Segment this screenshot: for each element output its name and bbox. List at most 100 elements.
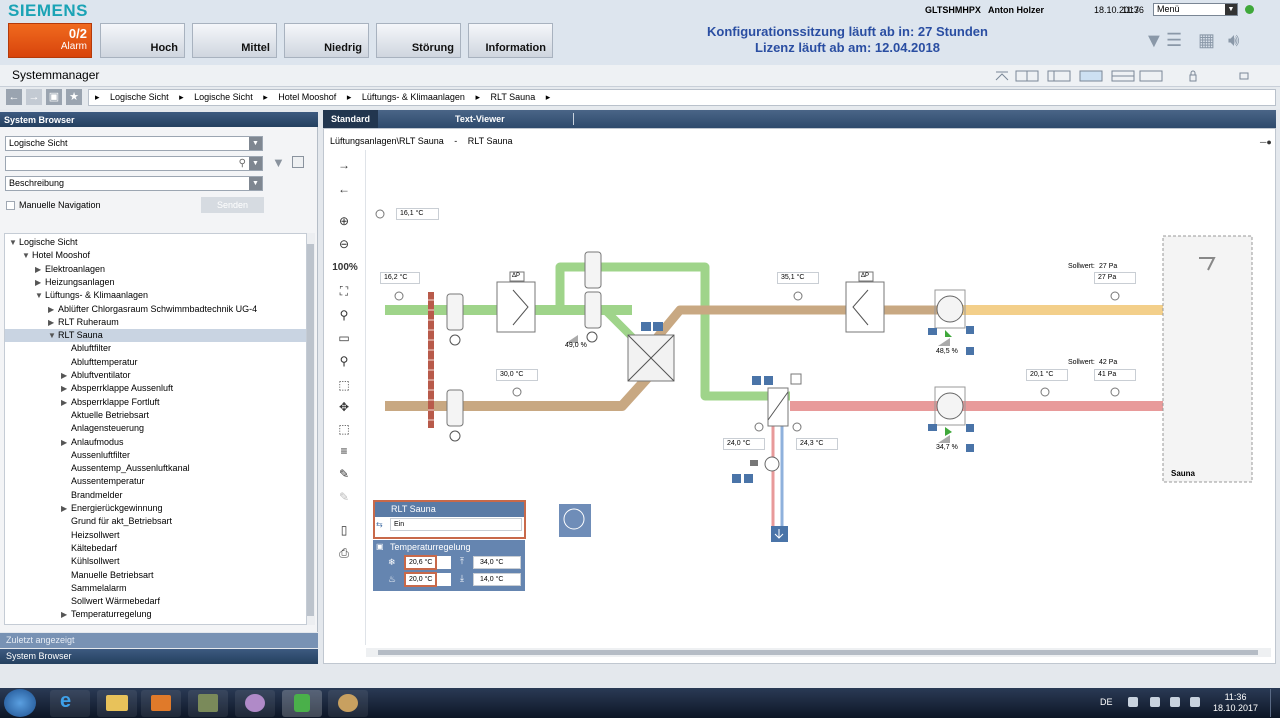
tree-item[interactable]: Aktuelle Betriebsart <box>61 409 149 422</box>
breadcrumb-item[interactable]: RLT Sauna <box>491 92 536 102</box>
frame-icon[interactable]: ▭ <box>336 331 352 345</box>
tree-item[interactable]: ▶ Ablüfter Chlorgasraum Schwimmbadtechnik… <box>48 303 257 316</box>
tree-item[interactable]: Aussenluftfilter <box>61 449 130 462</box>
supply-pressure-value[interactable]: 27 Pa <box>1094 272 1136 284</box>
breadcrumb-item[interactable]: Logische Sicht <box>110 92 169 102</box>
zoom-in-icon[interactable]: ⊕ <box>336 214 352 228</box>
tree-item[interactable]: ▼ Hotel Mooshof <box>22 249 90 262</box>
forward-arrow-icon[interactable]: → <box>336 158 352 172</box>
outside-temp-value[interactable]: 16,1 °C <box>396 208 439 220</box>
tree-item[interactable]: ▶ Abluftventilator <box>61 369 131 382</box>
category-mittel-button[interactable]: Mittel <box>192 23 277 58</box>
breadcrumb-item[interactable]: Hotel Mooshof <box>278 92 336 102</box>
mixing-damper-value[interactable]: 49,0 % <box>565 342 587 349</box>
tree-item[interactable]: ▶ Absperrklappe Fortluft <box>61 396 160 409</box>
layers-icon[interactable]: ≡ <box>336 444 352 458</box>
menu-dropdown[interactable]: Menü ▼ <box>1153 3 1238 16</box>
tree-item[interactable]: Grund für akt_Betriebsart <box>61 515 172 528</box>
collapsed-arrow-icon[interactable]: ▶ <box>61 502 71 515</box>
tree-item[interactable]: ▶ Temperaturregelung <box>61 608 152 621</box>
tree-item[interactable]: ▼ Lüftungs- & Klimaanlagen <box>35 289 148 302</box>
tree-item[interactable]: ▶ Elektroanlagen <box>35 263 105 276</box>
exhaust-fan-value[interactable]: 34,7 % <box>936 444 958 451</box>
breadcrumb-item[interactable]: Lüftungs- & Klimaanlagen <box>362 92 465 102</box>
expanded-arrow-icon[interactable]: ▼ <box>9 236 19 249</box>
browser-app-icon[interactable]: e <box>50 690 90 717</box>
tree-item[interactable]: ▶ Anlaufmodus <box>61 436 124 449</box>
forward-arrow-icon[interactable]: → <box>26 89 42 105</box>
tree-item[interactable]: Manuelle Betriebsart <box>61 569 154 582</box>
alarm-button[interactable]: 0/2 Alarm <box>8 23 92 58</box>
folder-app-icon[interactable] <box>97 690 137 717</box>
category-stoerung-button[interactable]: Störung <box>376 23 461 58</box>
page-icon[interactable]: ▯ <box>336 523 352 537</box>
tool-app-icon[interactable] <box>188 690 228 717</box>
system-browser-footer[interactable]: System Browser <box>0 649 318 664</box>
collapsed-arrow-icon[interactable]: ▶ <box>61 396 71 409</box>
collapsed-arrow-icon[interactable]: ▶ <box>61 369 71 382</box>
exhaust-temp-value[interactable]: 20,1 °C <box>1026 369 1068 381</box>
tree-item[interactable]: Brandmelder <box>61 489 123 502</box>
pin-icon[interactable]: ─● <box>1260 137 1272 147</box>
zoom-level[interactable]: 100% <box>330 262 360 273</box>
collapsed-arrow-icon[interactable]: ▶ <box>61 608 71 621</box>
tree-item[interactable]: ▶ Absperrklappe Aussenluft <box>61 382 173 395</box>
tree-item[interactable]: ▶ Heizungsanlagen <box>35 276 115 289</box>
bounding-icon[interactable]: ⬚ <box>336 422 352 436</box>
back-arrow-icon[interactable]: ← <box>336 182 352 196</box>
media-app-icon[interactable] <box>141 690 181 717</box>
desigo-app-icon[interactable] <box>282 690 322 717</box>
category-niedrig-button[interactable]: Niedrig <box>284 23 369 58</box>
tree-item[interactable]: Ablufttemperatur <box>61 356 138 369</box>
tray-up-icon[interactable] <box>1128 697 1138 707</box>
search-icon[interactable]: ⚲ <box>239 157 246 170</box>
search-input[interactable]: ▼ ⚲ <box>5 156 263 171</box>
collapsed-arrow-icon[interactable]: ▶ <box>35 276 45 289</box>
coil-temp-right-value[interactable]: 24,3 °C <box>796 438 838 450</box>
save-icon[interactable] <box>292 156 304 168</box>
windows-start-icon[interactable] <box>4 689 36 717</box>
supply-inlet-temp-value[interactable]: 16,2 °C <box>380 272 420 284</box>
collapsed-arrow-icon[interactable]: ▶ <box>61 436 71 449</box>
tree-item[interactable]: Kältebedarf <box>61 542 117 555</box>
expanded-arrow-icon[interactable]: ▼ <box>35 289 45 302</box>
category-hoch-button[interactable]: Hoch <box>100 23 185 58</box>
paint-app-icon[interactable] <box>235 690 275 717</box>
after-hrc-temp-value[interactable]: 35,1 °C <box>777 272 819 284</box>
supply-setpoint-value[interactable]: 27 Pa <box>1099 263 1117 270</box>
tree-item[interactable]: Abluftfilter <box>61 342 111 355</box>
favorite-star-icon[interactable]: ★ <box>66 89 82 105</box>
network-icon[interactable] <box>1150 697 1160 707</box>
tree-item[interactable]: Kühlsollwert <box>61 555 120 568</box>
send-button[interactable]: Senden <box>201 197 264 213</box>
tree-item[interactable]: Sammelalarm <box>61 582 127 595</box>
tree-item[interactable]: ▶ RLT Ruheraum <box>48 316 119 329</box>
tab-text-viewer[interactable]: Text-Viewer <box>447 110 513 128</box>
volume-icon[interactable] <box>1190 697 1200 707</box>
exhaust-pressure-value[interactable]: 41 Pa <box>1094 369 1136 381</box>
category-information-button[interactable]: Information <box>468 23 553 58</box>
fit-icon[interactable]: ⛶ <box>336 284 352 299</box>
heating-setpoint-input[interactable]: 20,0 °C <box>404 572 437 587</box>
min-temp-value[interactable]: 14,0 °C <box>473 573 521 586</box>
recently-viewed-bar[interactable]: Zuletzt angezeigt <box>0 633 318 648</box>
rlt-sauna-state[interactable]: Ein <box>390 518 522 531</box>
layout-icon[interactable]: ▦ <box>1198 30 1215 51</box>
viewer-scrollbar-thumb[interactable] <box>378 650 1258 655</box>
collapsed-arrow-icon[interactable]: ▶ <box>61 382 71 395</box>
collapsed-arrow-icon[interactable]: ▶ <box>48 303 58 316</box>
cooling-setpoint-input[interactable]: 20,6 °C <box>404 555 437 570</box>
home-icon[interactable]: ▣ <box>46 89 62 105</box>
expanded-arrow-icon[interactable]: ▼ <box>22 249 32 262</box>
language-indicator[interactable]: DE <box>1100 697 1113 707</box>
coil-temp-left-value[interactable]: 24,0 °C <box>723 438 765 450</box>
tree-item[interactable]: Aussentemp_Aussenluftkanal <box>61 462 190 475</box>
art-app-icon[interactable] <box>328 690 368 717</box>
tree-scrollbar-thumb[interactable] <box>307 244 314 616</box>
manual-navigation-checkbox[interactable] <box>6 201 15 210</box>
tree-item[interactable]: ▼ Logische Sicht <box>9 236 78 249</box>
view-select[interactable]: Logische Sicht ▼ <box>5 136 263 151</box>
tree-item[interactable]: Aussentemperatur <box>61 475 145 488</box>
speaker-icon[interactable]: 🔊︎ <box>1228 30 1239 51</box>
supply-fan-value[interactable]: 48,5 % <box>936 348 958 355</box>
